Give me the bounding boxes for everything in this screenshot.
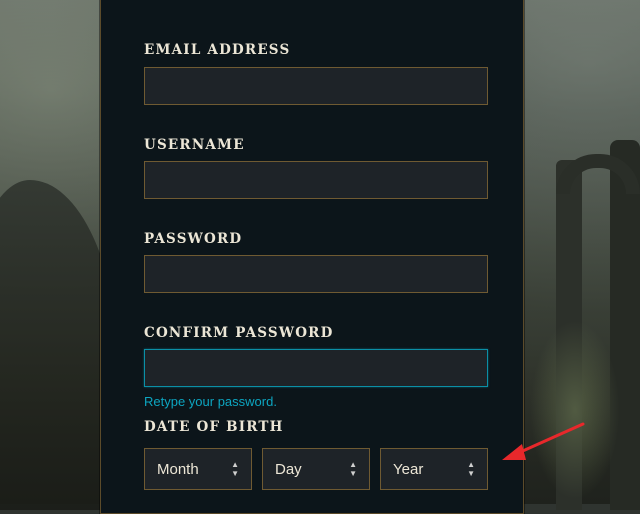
date-of-birth-label: DATE OF BIRTH (144, 419, 284, 435)
background-glow (530, 320, 620, 500)
month-select[interactable]: Month ▲ ▼ (144, 448, 252, 490)
up-down-caret-icon: ▲ ▼ (349, 460, 357, 478)
month-select-value: Month (157, 460, 199, 478)
confirm-password-label: CONFIRM PASSWORD (144, 325, 334, 341)
username-field[interactable] (144, 161, 488, 199)
email-field[interactable] (144, 67, 488, 105)
password-field[interactable] (144, 255, 488, 293)
up-down-caret-icon: ▲ ▼ (231, 460, 239, 478)
red-arrow-icon (502, 422, 585, 460)
email-label: EMAIL ADDRESS (144, 42, 291, 58)
day-select[interactable]: Day ▲ ▼ (262, 448, 370, 490)
year-select-value: Year (393, 460, 424, 478)
up-down-caret-icon: ▲ ▼ (467, 460, 475, 478)
day-select-value: Day (275, 460, 302, 478)
password-label: PASSWORD (144, 231, 243, 247)
confirm-password-hint: Retype your password. (144, 394, 277, 409)
username-label: USERNAME (144, 137, 245, 153)
year-select[interactable]: Year ▲ ▼ (380, 448, 488, 490)
confirm-password-field[interactable] (144, 349, 488, 387)
